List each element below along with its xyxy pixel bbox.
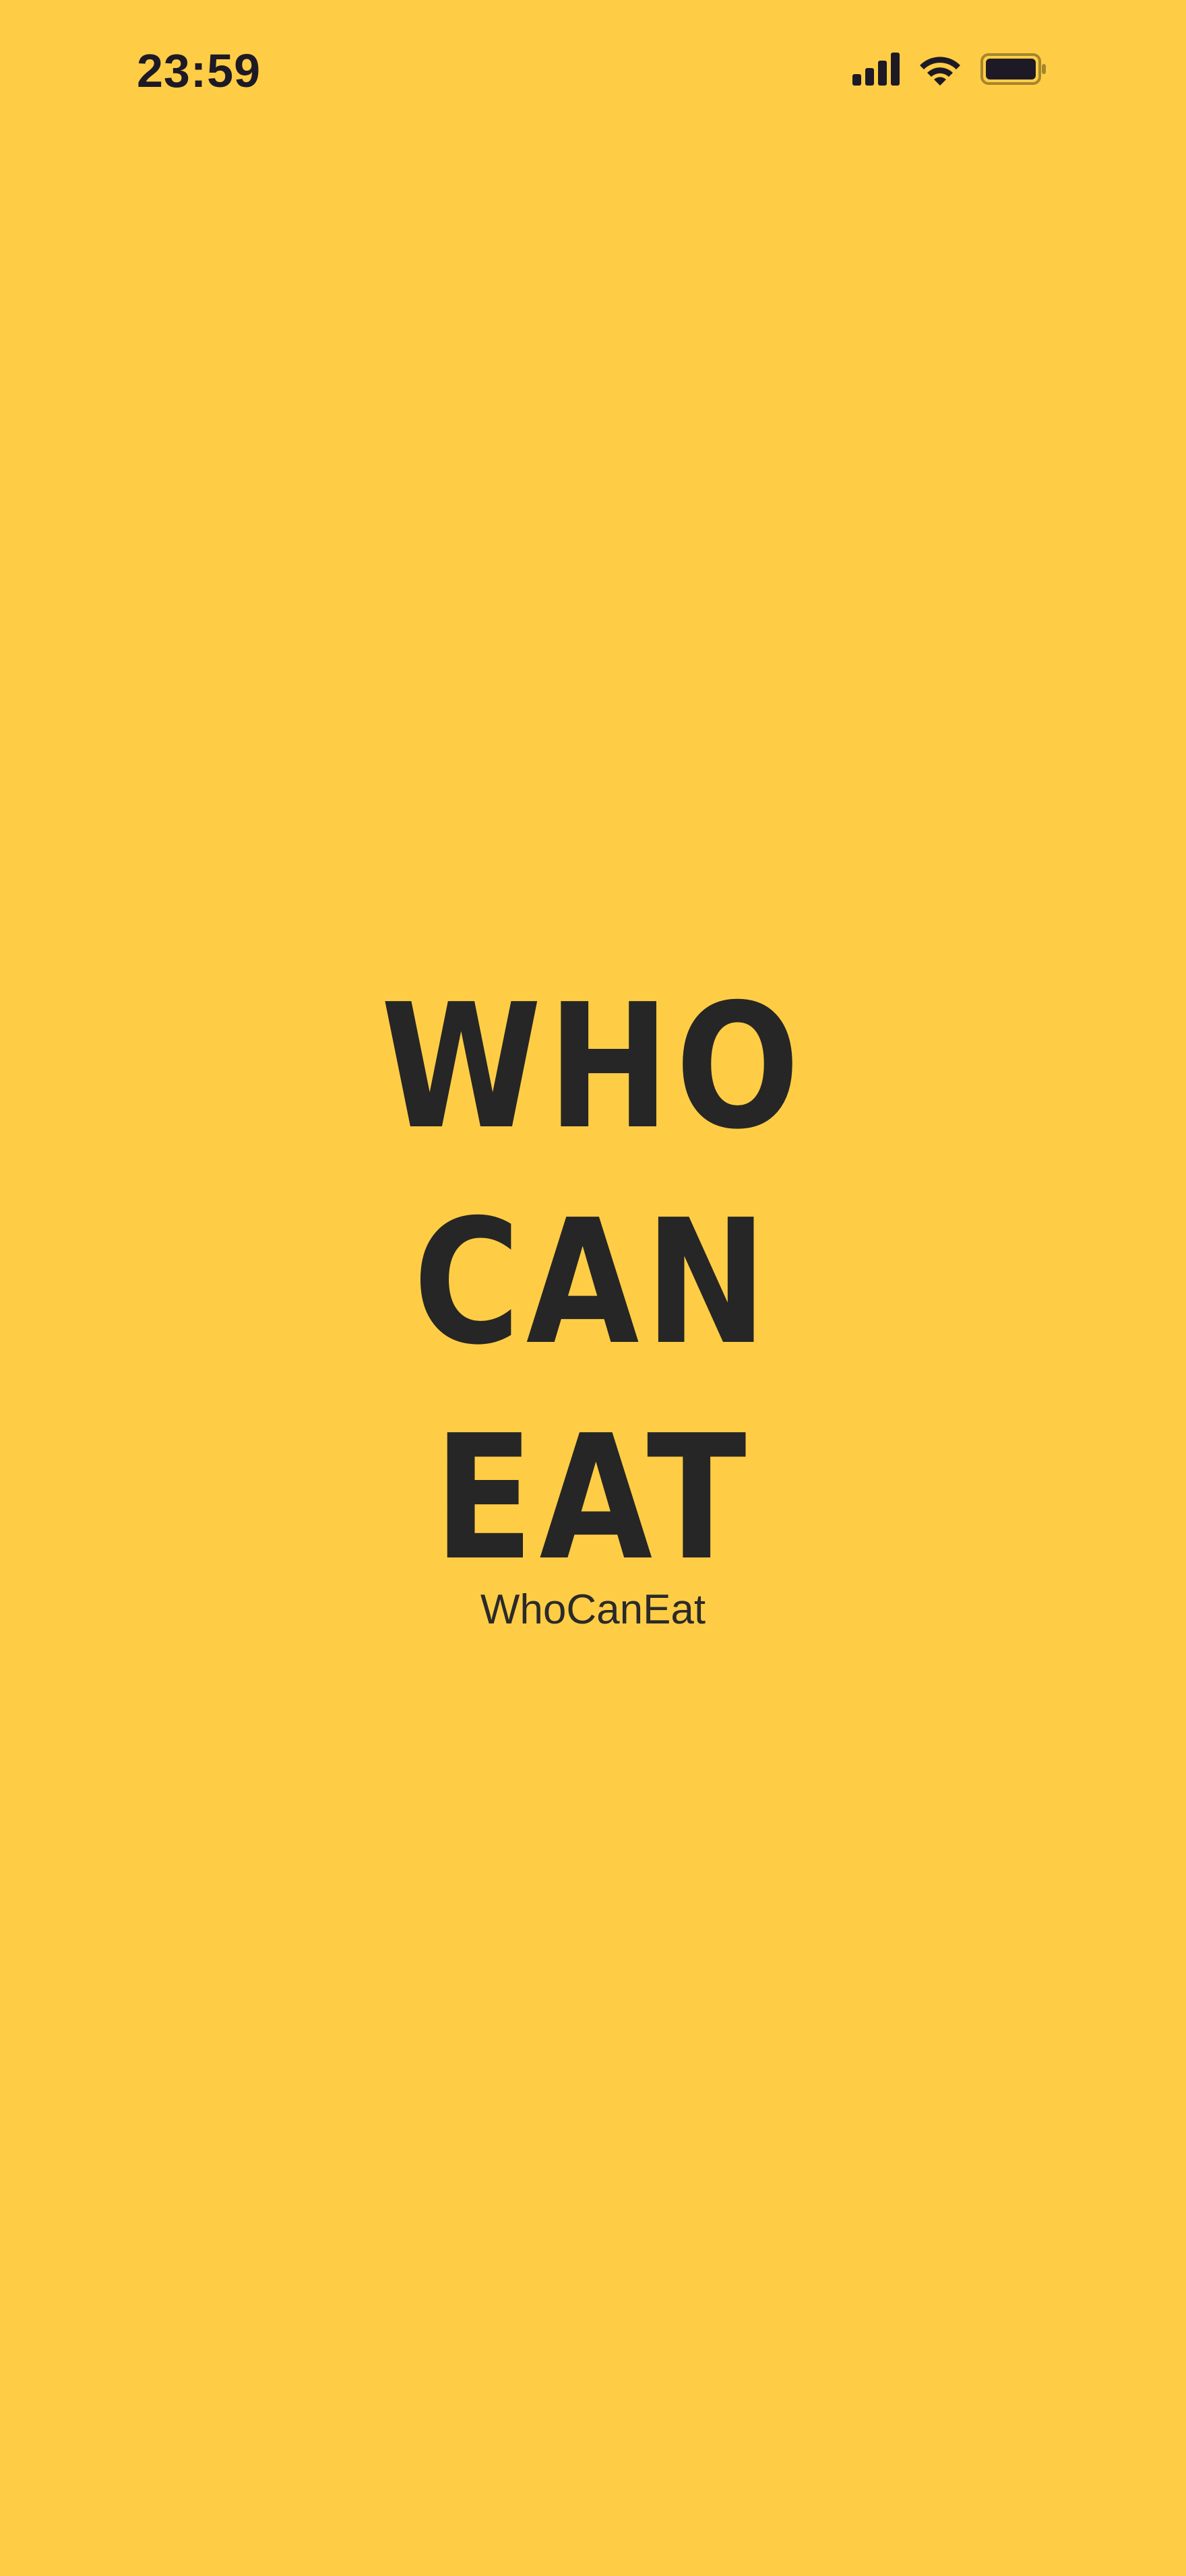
logo-line-eat: EAT [433, 1398, 753, 1599]
status-time: 23:59 [137, 44, 261, 97]
wifi-icon [920, 57, 960, 86]
logo-line-who: WHO [380, 967, 806, 1167]
status-bar: 23:59 [0, 0, 1186, 141]
logo-line-can: CAN [413, 1183, 773, 1383]
battery-icon [980, 53, 1046, 85]
cellular-signal-icon [852, 53, 900, 86]
status-icons [852, 51, 1055, 91]
app-name: WhoCanEat [480, 1586, 706, 1633]
app-logo: WHO CAN EAT [0, 960, 1186, 1607]
